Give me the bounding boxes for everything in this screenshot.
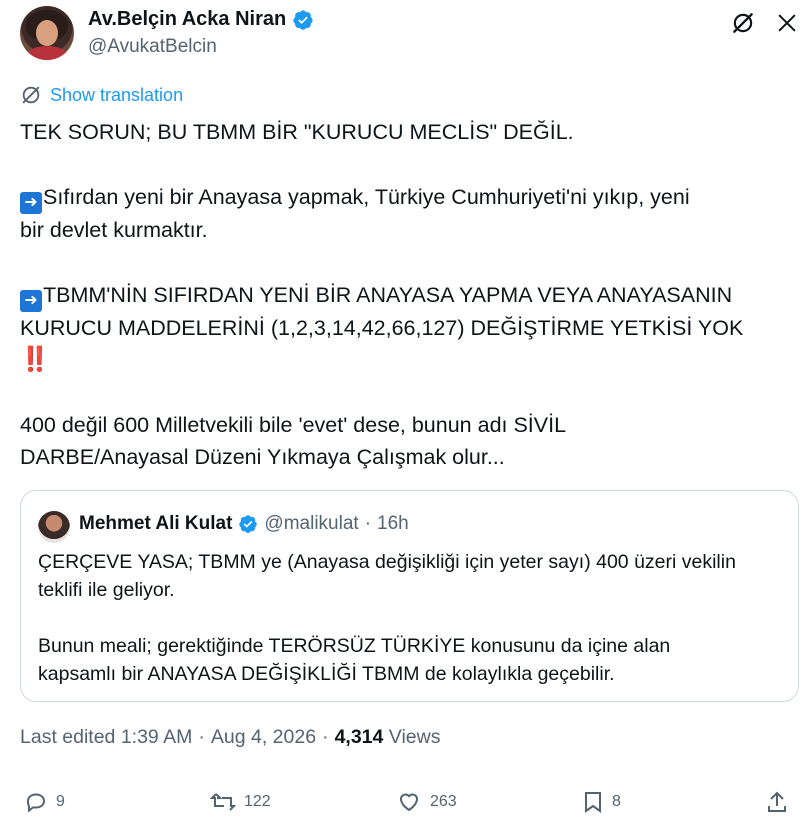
double-exclamation-emoji: ‼️	[20, 346, 50, 373]
separator-dot: ·	[364, 513, 372, 534]
tweet-text: TEK SORUN; BU TBMM BİR "KURUCU MECLİS" D…	[20, 116, 790, 473]
quoted-author-avatar[interactable]	[38, 511, 70, 543]
repost-icon	[210, 793, 236, 811]
tweet-line: 400 değil 600 Milletvekili bile 'evet' d…	[20, 413, 567, 437]
like-count: 263	[430, 793, 457, 810]
quoted-tweet[interactable]: Mehmet Ali Kulat @malikulat · 16h ÇERÇEV…	[20, 490, 799, 702]
header-actions	[730, 10, 800, 36]
quoted-line: teklifi ile geliyor.	[38, 579, 175, 601]
tweet-line: KURUCU MADDELERİNİ (1,2,3,14,42,66,127) …	[20, 316, 744, 340]
quoted-line: ÇERÇEVE YASA; TBMM ye (Anayasa değişikli…	[38, 551, 736, 573]
tweet-line: ➜ Sıfırdan yeni bir Anayasa yapmak, Türki…	[20, 181, 790, 214]
quoted-timestamp[interactable]: 16h	[377, 513, 409, 535]
tweet-line: DARBE/Anayasal Düzeni Yıkmaya Çalışmak o…	[20, 445, 505, 469]
separator-dot: ·	[322, 726, 329, 748]
tweet-header: Av.Belçin Acka Niran @AvukatBelcin	[20, 4, 800, 64]
reply-count: 9	[56, 793, 65, 810]
quoted-text: ÇERÇEVE YASA; TBMM ye (Anayasa değişikli…	[38, 548, 788, 688]
bookmark-button[interactable]: 8	[582, 790, 621, 814]
repost-count: 122	[244, 793, 271, 810]
grok-icon[interactable]	[730, 10, 756, 36]
translate-icon	[22, 86, 40, 104]
bookmark-icon	[585, 792, 601, 813]
verified-badge-icon	[293, 9, 313, 30]
quoted-author-row: Mehmet Ali Kulat @malikulat · 16h	[79, 513, 409, 535]
action-bar: 9 122 263 8	[24, 790, 794, 820]
tweet-meta: Last edited 1:39 AM · Aug 4, 2026 · 4,31…	[20, 726, 440, 749]
author-avatar[interactable]	[20, 6, 74, 60]
repost-button[interactable]: 122	[210, 790, 271, 814]
author-handle[interactable]: @AvukatBelcin	[88, 36, 217, 58]
quoted-author-name[interactable]: Mehmet Ali Kulat	[79, 513, 232, 535]
bookmark-count: 8	[612, 793, 621, 810]
separator-dot: ·	[198, 726, 205, 748]
quoted-line: kapsamlı bir ANAYASA DEĞİŞİKLİĞİ TBMM de…	[38, 663, 615, 685]
edited-time[interactable]: Last edited 1:39 AM	[20, 726, 192, 749]
quoted-author-handle[interactable]: @malikulat	[264, 513, 358, 535]
tweet-line: ➜ TBMM'NİN SIFIRDAN YENİ BİR ANAYASA YAPM…	[20, 279, 790, 312]
reply-icon	[26, 793, 46, 813]
views-label: Views	[388, 726, 441, 748]
tweet-line: ‼️	[20, 344, 790, 376]
close-icon[interactable]	[774, 10, 800, 36]
views-count: 4,314	[334, 726, 384, 748]
like-button[interactable]: 263	[396, 790, 457, 814]
reply-button[interactable]: 9	[24, 790, 65, 814]
show-translation-link[interactable]: Show translation	[20, 84, 183, 106]
show-translation-label: Show translation	[50, 84, 184, 105]
arrow-right-emoji-icon: ➜	[20, 192, 42, 214]
verified-badge-icon	[239, 515, 258, 533]
share-button[interactable]	[766, 790, 788, 814]
quoted-line: Bunun meali; gerektiğinde TERÖRSÜZ TÜRKİ…	[38, 635, 671, 657]
author-name-row: Av.Belçin Acka Niran	[88, 8, 314, 31]
share-icon	[768, 791, 786, 812]
author-display-name[interactable]: Av.Belçin Acka Niran	[88, 8, 286, 31]
tweet-line: bir devlet kurmaktır.	[20, 218, 208, 242]
tweet-line: TEK SORUN; BU TBMM BİR "KURUCU MECLİS" D…	[20, 120, 574, 144]
tweet-date[interactable]: Aug 4, 2026	[211, 726, 316, 749]
like-icon	[399, 793, 419, 812]
arrow-right-emoji-icon: ➜	[20, 290, 42, 312]
